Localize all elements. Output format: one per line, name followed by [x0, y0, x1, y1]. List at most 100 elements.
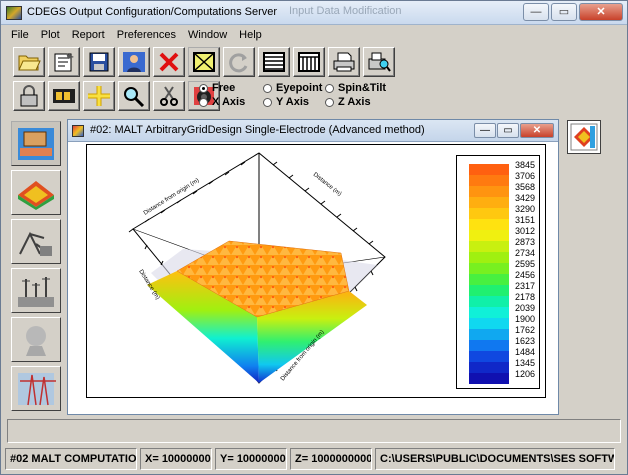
grid-plot-button[interactable] — [11, 121, 61, 166]
color-scale-toggle[interactable] — [567, 120, 601, 154]
list-icon — [263, 52, 285, 72]
open-folder-button[interactable] — [13, 47, 45, 77]
plot-canvas[interactable]: Distance from origin (m) Distance (m) Di… — [86, 144, 546, 398]
legend-label: 1206 — [515, 369, 535, 379]
legend-label: 2873 — [515, 237, 535, 247]
legend-label: 3429 — [515, 193, 535, 203]
status-computation: #02 MALT COMPUTATION — [5, 448, 137, 470]
legend-swatch — [469, 362, 509, 373]
transmission-line-button[interactable] — [11, 366, 61, 411]
radio-y-axis[interactable]: Y Axis — [263, 95, 325, 109]
legend-label: 2595 — [515, 259, 535, 269]
radio-free-label: Free — [212, 82, 236, 94]
cancel-x-icon — [159, 52, 179, 72]
radio-dot — [263, 83, 272, 93]
network-button[interactable] — [11, 219, 61, 264]
legend-label: 2456 — [515, 270, 535, 280]
profile-button[interactable] — [11, 317, 61, 362]
legend-swatch — [469, 219, 509, 230]
plot-minimize-button[interactable]: — — [474, 123, 496, 138]
lock-button[interactable] — [13, 81, 45, 111]
plot-window-icon — [72, 125, 84, 137]
radio-spin-tilt[interactable]: Spin&Tilt — [325, 81, 415, 95]
color-legend: 3845 3706 3568 3429 3290 3151 3012 2873 2734 2595… — [456, 155, 540, 389]
menu-help[interactable]: Help — [239, 26, 262, 44]
legend-swatch — [469, 197, 509, 208]
legend-label: 1345 — [515, 358, 535, 368]
minimize-button[interactable]: — — [523, 3, 549, 21]
legend-label: 3290 — [515, 204, 535, 214]
legend-label: 1762 — [515, 325, 535, 335]
legend-label: 3151 — [515, 215, 535, 225]
legend-swatch — [469, 307, 509, 318]
zoom-button[interactable] — [118, 81, 150, 111]
person-icon — [123, 52, 145, 72]
radio-y-axis-label: Y Axis — [276, 96, 310, 108]
film-button[interactable] — [48, 81, 80, 111]
cancel-button[interactable] — [153, 47, 185, 77]
maximize-button[interactable]: ▭ — [551, 3, 577, 21]
film-icon — [53, 89, 75, 103]
radio-dot — [263, 97, 272, 107]
person-button[interactable] — [118, 47, 150, 77]
legend-swatch — [469, 296, 509, 307]
refresh-button[interactable] — [223, 47, 255, 77]
plot-window-title: #02: MALT ArbitraryGridDesign Single-Ele… — [90, 124, 425, 136]
properties-button[interactable] — [48, 47, 80, 77]
columns-icon — [298, 52, 320, 72]
legend-label: 3706 — [515, 171, 535, 181]
title-bar: CDEGS Output Configuration/Computations … — [1, 1, 627, 25]
plot-type-sidebar — [9, 119, 67, 415]
frame-select-icon — [193, 52, 215, 72]
tower-button[interactable] — [11, 268, 61, 313]
status-bar: #02 MALT COMPUTATION X= 1000000000 Y= 10… — [5, 448, 623, 470]
menu-report[interactable]: Report — [72, 26, 105, 44]
legend-swatch — [469, 329, 509, 340]
menu-preferences[interactable]: Preferences — [117, 26, 176, 44]
legend-label: 2178 — [515, 292, 535, 302]
legend-swatch — [469, 241, 509, 252]
radio-eyepoint[interactable]: Eyepoint — [263, 81, 325, 95]
menu-bar: File Plot Report Preferences Window Help — [1, 26, 627, 44]
surface-plot-icon — [18, 180, 54, 210]
legend-label: 3012 — [515, 226, 535, 236]
contour-map-icon — [570, 123, 598, 151]
app-window: CDEGS Output Configuration/Computations … — [0, 0, 628, 475]
print-button[interactable] — [328, 47, 360, 77]
menu-plot[interactable]: Plot — [41, 26, 60, 44]
radio-dot — [199, 97, 208, 107]
print-preview-icon — [368, 52, 391, 72]
legend-label: 2039 — [515, 303, 535, 313]
radio-x-axis[interactable]: X Axis — [199, 95, 263, 109]
radio-dot — [325, 83, 334, 93]
radio-z-axis[interactable]: Z Axis — [325, 95, 415, 109]
status-x: X= 1000000000 — [140, 448, 212, 470]
columns-button[interactable] — [293, 47, 325, 77]
menu-window[interactable]: Window — [188, 26, 227, 44]
plot-close-button[interactable]: ✕ — [520, 123, 554, 138]
window-title: CDEGS Output Configuration/Computations … — [27, 6, 278, 18]
plot-window: #02: MALT ArbitraryGridDesign Single-Ele… — [67, 119, 559, 415]
close-button[interactable]: ✕ — [579, 3, 623, 21]
rotation-mode-group: Free Eyepoint Spin&Tilt X Axis Y Axis Z … — [199, 81, 439, 111]
legend-swatch — [469, 230, 509, 241]
print-preview-button[interactable] — [363, 47, 395, 77]
legend-swatch — [469, 340, 509, 351]
scissors-button[interactable] — [153, 81, 185, 111]
radio-spin-tilt-label: Spin&Tilt — [338, 82, 387, 94]
status-z: Z= 1000000000 — [290, 448, 372, 470]
list-button[interactable] — [258, 47, 290, 77]
crosshair-button[interactable] — [83, 81, 115, 111]
legend-label: 1900 — [515, 314, 535, 324]
legend-swatch — [469, 186, 509, 197]
save-button[interactable] — [83, 47, 115, 77]
properties-icon — [54, 53, 74, 72]
plot-maximize-button[interactable]: ▭ — [497, 123, 519, 138]
frame-select-button[interactable] — [188, 47, 220, 77]
transmission-line-icon — [18, 372, 56, 405]
zoom-icon — [124, 87, 145, 107]
menu-file[interactable]: File — [11, 26, 29, 44]
surface-plot-button[interactable] — [11, 170, 61, 215]
radio-free[interactable]: Free — [199, 81, 263, 95]
radio-z-axis-label: Z Axis — [338, 96, 371, 108]
